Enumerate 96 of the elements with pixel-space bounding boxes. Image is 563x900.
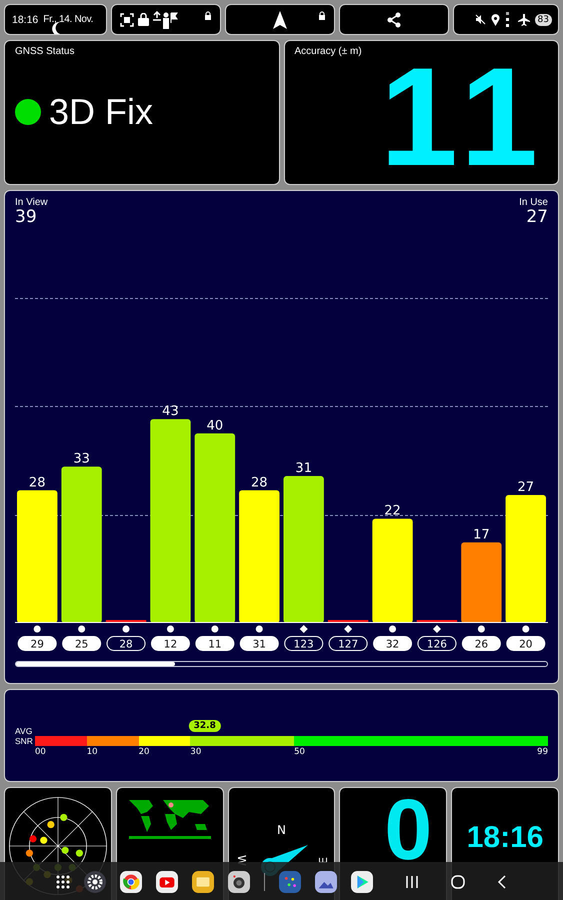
bar-value: 22 [384, 504, 401, 519]
share-tile[interactable] [339, 4, 449, 35]
diamond-marker-icon [344, 625, 352, 633]
bar-value: 43 [162, 404, 179, 420]
circle-marker-icon [122, 626, 130, 632]
satellite-id: 26 [462, 636, 501, 651]
battery-level: 83 [534, 14, 552, 26]
dots-globe-icon[interactable] [279, 871, 301, 893]
diamond-marker-icon [300, 625, 308, 633]
circle-marker-icon [211, 626, 218, 632]
video-icon[interactable] [156, 871, 178, 893]
satellite-id: 126 [417, 636, 456, 651]
mute-icon [474, 14, 486, 25]
compass-north: N [277, 823, 286, 837]
compass-east: E [317, 856, 330, 864]
store-icon[interactable] [351, 871, 373, 893]
circle-marker-icon [256, 626, 263, 632]
x-tick-label: 31 [252, 638, 266, 650]
x-tick-label: 12 [164, 638, 178, 650]
circle-marker-icon [478, 626, 485, 632]
satellite-id: 32 [373, 636, 412, 651]
scale-tick: 99 [537, 747, 548, 758]
bar-value: 28 [251, 475, 268, 490]
x-tick-label: 11 [208, 638, 222, 650]
x-tick-label: 126 [426, 638, 448, 650]
circle-marker-icon [166, 626, 174, 632]
lock-icon [318, 11, 326, 20]
in-view-count: 39 [15, 208, 38, 226]
satellite-id: 20 [506, 636, 546, 651]
x-tick-label: 29 [30, 638, 44, 650]
x-tick-label: 123 [294, 638, 314, 650]
in-use-label: In Use [519, 197, 548, 208]
scale-segment [34, 736, 87, 746]
status-time: 18:16 [12, 14, 38, 26]
avg-label: AVG [15, 726, 33, 736]
folder-icon[interactable] [192, 871, 214, 893]
circle-marker-icon [34, 626, 41, 632]
bar-value: 28 [28, 475, 46, 490]
satellite-id: 12 [150, 636, 190, 651]
bar-value: 17 [473, 527, 490, 542]
satellite-id: 11 [195, 636, 234, 651]
snr-label: SNR [15, 736, 33, 746]
bar-value: 33 [73, 452, 90, 467]
scale-tick: 20 [138, 747, 150, 758]
satellite-id: 25 [62, 636, 102, 651]
status-date: Fr., 14. Nov. [43, 14, 94, 25]
screenshot-icon [120, 12, 134, 26]
diamond-marker-icon [432, 625, 441, 633]
scale-tick: 50 [294, 747, 305, 758]
snr-average-marker: 32.8 [188, 720, 221, 732]
circle-marker-icon [78, 626, 86, 632]
lock-icon [204, 11, 212, 20]
back-icon[interactable] [497, 875, 507, 889]
scale-tick: 30 [190, 747, 202, 758]
satellite-id: 127 [328, 636, 368, 651]
recent-apps-icon[interactable] [405, 875, 419, 889]
circle-marker-icon [522, 626, 530, 632]
clock-time: 18:16 [466, 821, 544, 855]
compass-west: W [234, 854, 248, 866]
x-tick-label: 26 [474, 638, 488, 650]
accuracy-value: 11 [380, 61, 548, 173]
browser-icon[interactable] [120, 871, 142, 893]
x-tick-label: 32 [386, 638, 400, 650]
card-title: Accuracy (± m) [294, 46, 363, 57]
scale-tick: 10 [86, 747, 98, 758]
gallery-icon[interactable] [315, 871, 337, 893]
bar-value: 31 [295, 461, 312, 476]
location-icon [490, 14, 500, 26]
camera-icon[interactable] [228, 871, 250, 893]
apps-grid-icon[interactable] [56, 875, 70, 889]
fix-status: 3D Fix [49, 91, 154, 133]
in-view-label: In View [15, 197, 48, 208]
upload-person-icon [153, 10, 179, 28]
card-title: GNSS Status [15, 46, 76, 57]
in-use-count: 27 [526, 208, 548, 226]
x-tick-label: 25 [74, 638, 88, 650]
scroll-bar[interactable] [15, 661, 548, 667]
satellite-id: 28 [106, 636, 146, 651]
share-icon [386, 12, 402, 28]
scale-segment [86, 736, 139, 746]
x-tick-label: 28 [119, 638, 133, 650]
scale-tick: 00 [34, 747, 46, 758]
satellite-id: 123 [284, 636, 324, 651]
x-tick-label: 20 [519, 638, 532, 650]
settings-icon[interactable] [84, 871, 106, 893]
navigation-tile[interactable] [225, 4, 335, 35]
speed-value: 0 [384, 798, 432, 862]
navigation-arrow-icon [273, 10, 287, 28]
x-tick-label: 127 [338, 638, 358, 650]
airplane-icon [518, 14, 530, 26]
circle-marker-icon [389, 626, 396, 632]
satellite-id: 29 [18, 636, 57, 651]
bar-value: 40 [206, 418, 224, 434]
satellite-id: 31 [240, 636, 279, 651]
home-icon[interactable] [451, 875, 465, 889]
bar-value: 27 [518, 480, 534, 496]
